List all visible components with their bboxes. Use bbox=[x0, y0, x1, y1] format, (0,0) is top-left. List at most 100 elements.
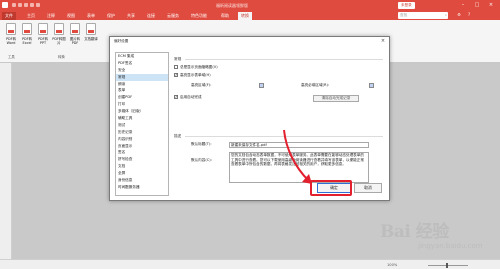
tab-share[interactable]: 共享 bbox=[124, 12, 138, 21]
section-title-general: 常规 bbox=[174, 57, 182, 61]
list-item[interactable]: 辅助工具 bbox=[116, 115, 168, 122]
list-item[interactable]: 打印 bbox=[116, 101, 168, 108]
list-item[interactable]: 朗读 bbox=[116, 81, 168, 88]
tool-label: PDF转Word bbox=[6, 37, 16, 45]
zoom-slider[interactable] bbox=[428, 265, 468, 266]
list-item[interactable]: 测试 bbox=[116, 122, 168, 129]
list-item[interactable]: 全屏 bbox=[116, 170, 168, 177]
excel-icon bbox=[22, 23, 32, 35]
list-item[interactable]: 内容识别 bbox=[116, 136, 168, 143]
settings-icon[interactable]: ⚙ bbox=[456, 12, 462, 18]
pdf-to-excel-button[interactable]: PDF转Excel bbox=[20, 23, 34, 53]
redo-icon[interactable] bbox=[30, 3, 34, 7]
tool-label: PDF转Excel bbox=[22, 37, 32, 45]
list-item[interactable]: 签名 bbox=[116, 149, 168, 156]
search-input[interactable]: 查找 ⌕ bbox=[398, 11, 448, 19]
preferences-dialog: 偏好设置 × ECM 集成 PDF签名 安全 常规 朗读 表单 创建PDF 打印… bbox=[109, 36, 390, 201]
undo-icon[interactable] bbox=[24, 3, 28, 7]
zoom-slider-handle[interactable] bbox=[446, 263, 448, 268]
highlight-color-label: 高亮区域(F): bbox=[191, 83, 212, 87]
title-field[interactable]: 新建未保存文件名.pdf bbox=[229, 142, 369, 148]
annotation-highlight-box bbox=[310, 180, 352, 196]
checkbox[interactable] bbox=[174, 64, 178, 69]
required-color-swatch[interactable] bbox=[369, 83, 374, 88]
list-item[interactable]: 时间戳服务器 bbox=[116, 184, 168, 191]
search-icon[interactable]: ⌕ bbox=[445, 12, 447, 19]
option-show-thumbnails[interactable]: 总是显示页面缩略图(V) bbox=[174, 64, 218, 70]
settings-panel: 常规 总是显示页面缩略图(V) 高亮显示表单域(H) 高亮区域(F): 高亮必填… bbox=[173, 52, 384, 212]
ppt-icon bbox=[38, 23, 48, 35]
section-title-description: 描述 bbox=[174, 134, 182, 138]
print-icon[interactable] bbox=[18, 3, 22, 7]
list-item[interactable]: 多媒体（旧版） bbox=[116, 108, 168, 115]
minimize-icon[interactable]: – bbox=[458, 1, 468, 9]
tab-protect[interactable]: 保护 bbox=[104, 12, 118, 21]
tab-comment[interactable]: 注释 bbox=[44, 12, 58, 21]
list-item[interactable]: 文档 bbox=[116, 163, 168, 170]
tab-cloud[interactable]: 云服务 bbox=[164, 12, 182, 21]
list-item[interactable]: 安全 bbox=[116, 67, 168, 74]
list-item[interactable]: PDF签名 bbox=[116, 60, 168, 67]
option-label: 启用自动完成 bbox=[180, 95, 202, 99]
list-item[interactable]: 创建PDF bbox=[116, 94, 168, 101]
cancel-button[interactable]: 取消 bbox=[354, 183, 382, 193]
image-icon bbox=[54, 23, 64, 35]
dialog-title: 偏好设置 bbox=[110, 37, 389, 45]
list-item[interactable]: 拼写检查 bbox=[116, 156, 168, 163]
highlight-color-swatch[interactable] bbox=[259, 83, 264, 88]
translate-button[interactable]: 文档翻译 bbox=[84, 23, 98, 53]
ribbon-tabs: 文件 主页 注释 视图 表单 保护 共享 连接 云服务 特色功能 帮助 转换 查… bbox=[0, 10, 500, 20]
tab-connect[interactable]: 连接 bbox=[144, 12, 158, 21]
watermark-logo-text: Bai 经验 bbox=[380, 222, 449, 242]
checkbox-checked[interactable] bbox=[174, 94, 178, 99]
tab-convert[interactable]: 转换 bbox=[238, 11, 252, 20]
required-color-label: 高亮必填区域(R): bbox=[301, 83, 330, 87]
close-window-icon[interactable]: × bbox=[486, 1, 496, 9]
zoom-level: 100% bbox=[387, 263, 398, 267]
list-item[interactable]: ECM 集成 bbox=[116, 53, 168, 60]
content-field[interactable]: 您的文档包含动态表单数据，不可使用表单服务。此表单需要在能够动态处理表单的工具中… bbox=[229, 152, 369, 183]
pdf-to-ppt-button[interactable]: PDF转PPT bbox=[36, 23, 50, 53]
clear-autocomplete-button[interactable]: 清除自动完成记录 bbox=[313, 95, 359, 102]
login-button[interactable]: 未登录 bbox=[398, 1, 415, 9]
title-field-label: 默认标题(T): bbox=[191, 142, 212, 146]
share-icon[interactable] bbox=[36, 3, 40, 7]
tool-label: PDF转PPT bbox=[38, 37, 48, 45]
list-item-selected[interactable]: 常规 bbox=[116, 73, 168, 81]
tab-form[interactable]: 表单 bbox=[84, 12, 98, 21]
navigation-pane bbox=[0, 63, 12, 259]
tab-help[interactable]: 帮助 bbox=[218, 12, 232, 21]
help-icon[interactable]: ? bbox=[466, 12, 472, 18]
pdf-to-image-button[interactable]: PDF转图片 bbox=[52, 23, 66, 53]
pdf-icon bbox=[70, 23, 80, 35]
word-icon bbox=[6, 23, 16, 35]
tool-label: 图片转PDF bbox=[69, 37, 81, 45]
option-label: 总是显示页面缩略图(V) bbox=[180, 65, 218, 69]
save-icon[interactable] bbox=[12, 3, 16, 7]
list-item[interactable]: 历史记录 bbox=[116, 129, 168, 136]
option-autocomplete[interactable]: 启用自动完成 bbox=[174, 94, 202, 100]
tool-label: PDF转图片 bbox=[52, 37, 66, 45]
checkbox-checked[interactable] bbox=[174, 72, 178, 77]
content-field-label: 默认内容(C): bbox=[191, 158, 212, 162]
list-item[interactable]: 页面显示 bbox=[116, 143, 168, 150]
translate-icon bbox=[86, 23, 96, 35]
group-label-convert: 转换 bbox=[58, 55, 65, 59]
list-item[interactable]: 表单 bbox=[116, 87, 168, 94]
image-to-pdf-button[interactable]: 图片转PDF bbox=[68, 23, 82, 53]
tab-file[interactable]: 文件 bbox=[2, 11, 16, 20]
option-highlight-fields[interactable]: 高亮显示表单域(H) bbox=[174, 72, 211, 78]
tab-features[interactable]: 特色功能 bbox=[188, 12, 210, 21]
list-item[interactable]: 身份信息 bbox=[116, 177, 168, 184]
section-divider bbox=[185, 59, 383, 60]
search-placeholder: 查找 bbox=[400, 12, 408, 17]
watermark-url: jingyan.baidu.com bbox=[418, 242, 483, 250]
tab-home[interactable]: 主页 bbox=[24, 12, 38, 21]
group-label-tools: 工具 bbox=[8, 55, 15, 59]
tool-label: 文档翻译 bbox=[84, 37, 98, 41]
tab-view[interactable]: 视图 bbox=[64, 12, 78, 21]
title-bar: 福昕阅读器领鲜版 未登录 – □ × bbox=[0, 0, 500, 10]
dialog-close-icon[interactable]: × bbox=[379, 37, 387, 45]
maximize-icon[interactable]: □ bbox=[472, 1, 482, 9]
pdf-to-word-button[interactable]: PDF转Word bbox=[4, 23, 18, 53]
